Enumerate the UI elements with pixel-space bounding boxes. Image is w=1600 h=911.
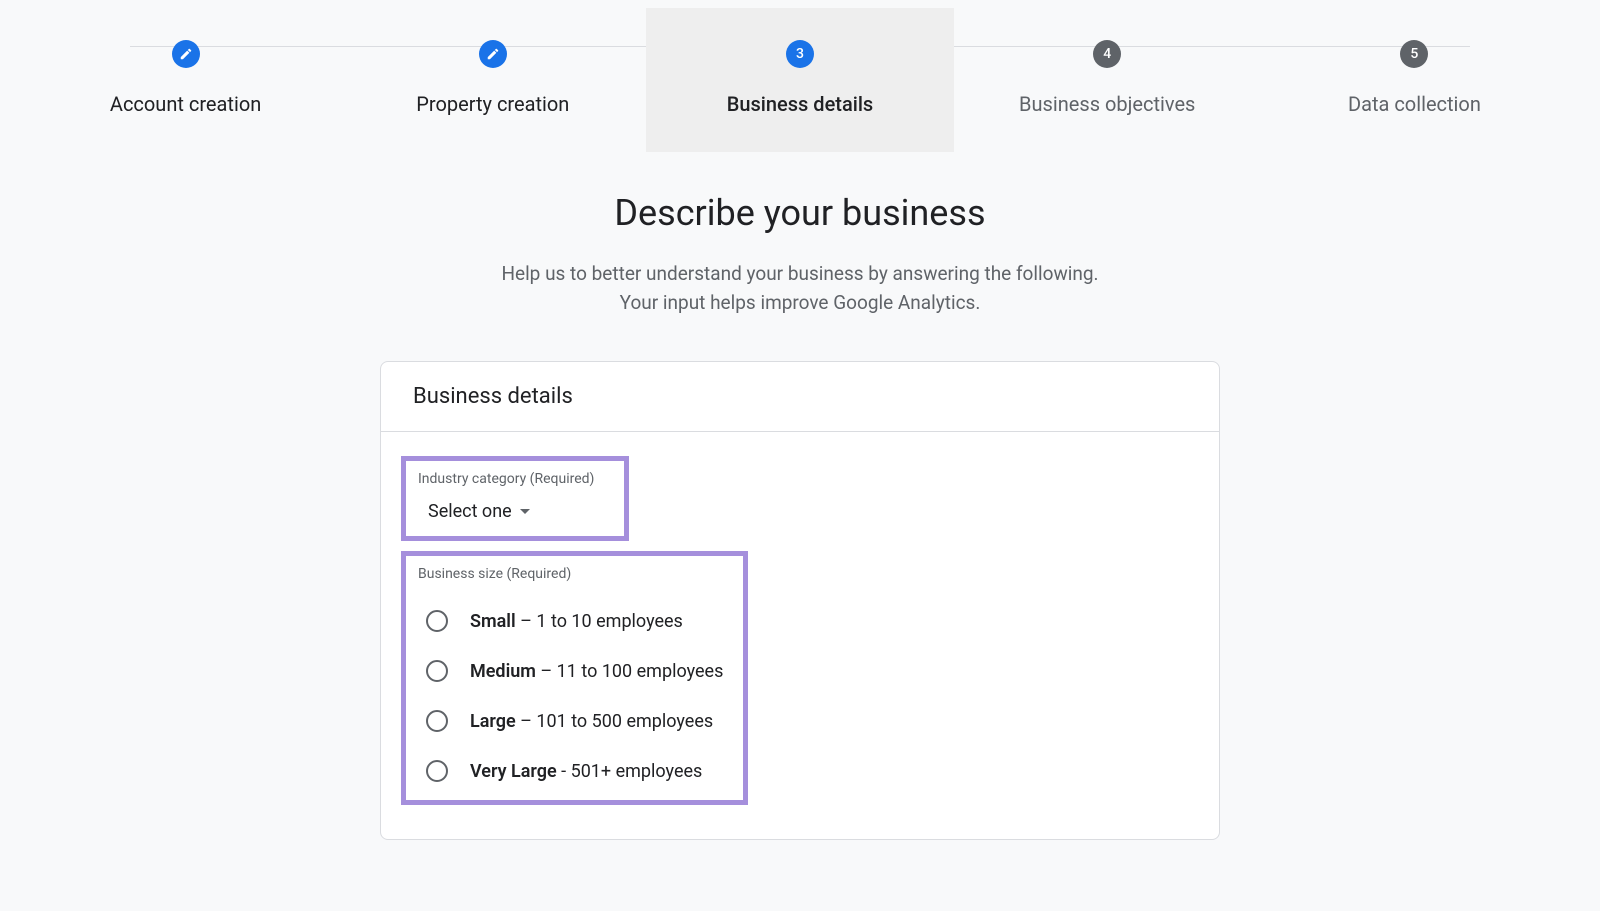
chevron-down-icon [520, 509, 530, 514]
radio-option-small[interactable]: Small – 1 to 10 employees [426, 610, 723, 632]
step-number-icon: 4 [1093, 40, 1121, 68]
radio-icon [426, 760, 448, 782]
card-header: Business details [381, 362, 1219, 432]
page-title: Describe your business [340, 192, 1260, 234]
industry-category-value: Select one [428, 501, 512, 522]
business-details-card: Business details Industry category (Requ… [380, 361, 1220, 840]
radio-icon [426, 710, 448, 732]
pencil-icon [172, 40, 200, 68]
step-label: Business objectives [1019, 92, 1195, 116]
step-property-creation[interactable]: Property creation [339, 8, 646, 152]
radio-label: Medium – 11 to 100 employees [470, 661, 723, 682]
radio-option-medium[interactable]: Medium – 11 to 100 employees [426, 660, 723, 682]
radio-label: Very Large - 501+ employees [470, 761, 702, 782]
radio-label: Large – 101 to 500 employees [470, 711, 713, 732]
radio-label: Small – 1 to 10 employees [470, 611, 683, 632]
step-business-details[interactable]: 3 Business details [646, 8, 953, 152]
stepper: Account creation Property creation 3 Bus… [0, 0, 1600, 152]
step-label: Business details [727, 92, 873, 116]
subtitle-line-2: Your input helps improve Google Analytic… [620, 291, 981, 314]
step-label: Property creation [416, 92, 569, 116]
card-body: Industry category (Required) Select one … [381, 432, 1219, 839]
step-account-creation[interactable]: Account creation [32, 8, 339, 152]
subtitle-line-1: Help us to better understand your busine… [501, 262, 1098, 285]
page-subtitle: Help us to better understand your busine… [340, 260, 1260, 317]
industry-category-field: Industry category (Required) Select one [401, 456, 629, 541]
business-size-label: Business size (Required) [418, 566, 731, 582]
industry-category-select[interactable]: Select one [418, 501, 612, 522]
step-number-icon: 5 [1400, 40, 1428, 68]
radio-icon [426, 610, 448, 632]
step-business-objectives[interactable]: 4 Business objectives [954, 8, 1261, 152]
radio-option-very-large[interactable]: Very Large - 501+ employees [426, 760, 723, 782]
business-size-radio-group: Small – 1 to 10 employees Medium – 11 to… [418, 596, 731, 786]
step-number-icon: 3 [786, 40, 814, 68]
step-label: Data collection [1348, 92, 1481, 116]
pencil-icon [479, 40, 507, 68]
business-size-field: Business size (Required) Small – 1 to 10… [401, 551, 748, 805]
step-label: Account creation [110, 92, 261, 116]
radio-option-large[interactable]: Large – 101 to 500 employees [426, 710, 723, 732]
industry-category-label: Industry category (Required) [418, 471, 612, 487]
step-data-collection[interactable]: 5 Data collection [1261, 8, 1568, 152]
card-title: Business details [413, 384, 1187, 409]
main-content: Describe your business Help us to better… [340, 192, 1260, 840]
radio-icon [426, 660, 448, 682]
